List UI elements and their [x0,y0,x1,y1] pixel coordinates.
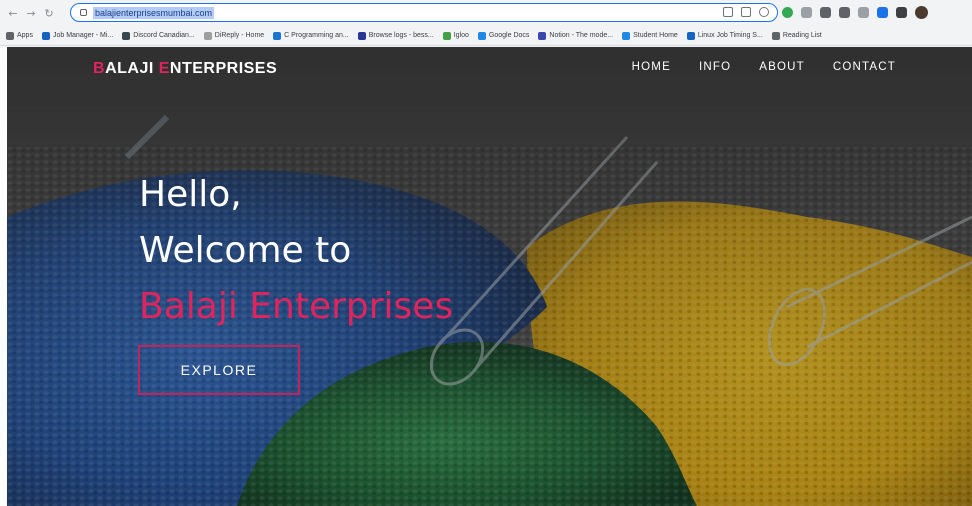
bookmark-label: Google Docs [488,32,530,39]
bookmark-label: Apps [17,32,33,39]
logo-text-enterprises: NTERPRISES [169,60,278,77]
logo-text-balaji: ALAJI [105,60,159,77]
extension-icon[interactable] [896,7,907,18]
nav-info[interactable]: INFO [699,61,731,73]
extension-icon[interactable] [858,7,869,18]
bookmark-favicon-icon [357,31,366,40]
hero-greeting: Hello, [139,174,242,215]
nav-home[interactable]: HOME [632,61,671,73]
bookmark-label: Reading List [782,32,822,39]
website-viewport: BALAJI ENTERPRISES HOME INFO ABOUT CONTA… [7,47,972,506]
hero-heading: Hello, Welcome to Balaji Enterprises [139,167,453,335]
nav-controls: ← → ↻ [0,6,68,20]
hero-brand-name: Balaji Enterprises [139,286,454,327]
logo-letter-b: B [93,60,106,77]
url-text[interactable]: balajienterprisesmumbai.com [93,6,215,19]
zoom-icon[interactable] [741,7,751,17]
bookmark-favicon-icon [686,31,695,40]
bookmark-label: Student Home [633,32,678,39]
extension-icon[interactable] [801,7,812,18]
nav-contact[interactable]: CONTACT [833,61,896,73]
bookmark-favicon-icon [6,31,14,40]
bookmark-label: Notion - The mode... [549,32,614,39]
bookmark-favicon-icon [622,31,631,40]
bookmark-item[interactable]: Browse logs - bess... [357,31,434,40]
forward-arrow-icon[interactable]: → [24,6,38,20]
explore-button[interactable]: EXPLORE [138,345,300,395]
bookmark-item[interactable]: C Programming an... [273,31,349,40]
profile-avatar[interactable] [915,6,928,19]
bookmark-favicon-icon [273,31,282,40]
browser-chrome: ← → ↻ balajienterprisesmumbai.com Apps Jo… [0,0,972,47]
bookmark-favicon-icon [771,31,780,40]
site-logo[interactable]: BALAJI ENTERPRISES [93,60,277,78]
omnibox-actions [723,7,769,17]
extension-icon[interactable] [877,7,888,18]
bookmark-item[interactable]: Reading List [771,31,822,40]
bookmark-label: Linux Job Timing S... [697,32,763,39]
bookmark-item[interactable]: Discord Canadian... [122,31,195,40]
bookmark-label: Igloo [453,32,469,39]
bookmark-label: Discord Canadian... [133,32,195,39]
bookmark-favicon-icon [477,31,486,40]
bookmark-item[interactable]: Apps [6,31,33,40]
nav-about[interactable]: ABOUT [759,61,805,73]
bookmark-item[interactable]: Google Docs [477,31,530,40]
lock-icon [80,9,87,16]
primary-nav: HOME INFO ABOUT CONTACT [632,61,896,73]
extension-icon[interactable] [820,7,831,18]
bookmark-favicon-icon [203,31,212,40]
bookmark-label: DiReply - Home [214,32,265,39]
bookmark-favicon-icon [41,31,50,40]
extension-icon[interactable] [782,7,793,18]
bookmark-favicon-icon [442,31,451,40]
bookmark-favicon-icon [538,31,547,40]
cast-icon[interactable] [723,7,733,17]
bookmark-label: C Programming an... [284,32,349,39]
bookmark-label: Job Manager - Mi... [52,32,114,39]
hero-welcome: Welcome to [139,230,352,271]
bookmark-item[interactable]: Student Home [622,31,678,40]
bookmark-item[interactable]: Job Manager - Mi... [41,31,114,40]
bookmark-favicon-icon [122,31,131,40]
bookmark-star-icon[interactable] [759,7,769,17]
address-bar[interactable]: balajienterprisesmumbai.com [70,3,778,22]
bookmark-item[interactable]: DiReply - Home [203,31,265,40]
extension-icon[interactable] [839,7,850,18]
extensions-bar [782,6,928,19]
bookmark-item[interactable]: Igloo [442,31,469,40]
logo-letter-e: E [158,60,170,77]
bookmark-label: Browse logs - bess... [368,32,434,39]
bookmark-item[interactable]: Linux Job Timing S... [686,31,763,40]
bookmarks-bar: Apps Job Manager - Mi... Discord Canadian.… [0,26,972,46]
bookmark-item[interactable]: Notion - The mode... [538,31,614,40]
back-arrow-icon[interactable]: ← [6,6,20,20]
site-navbar: BALAJI ENTERPRISES HOME INFO ABOUT CONTA… [7,47,972,89]
reload-icon[interactable]: ↻ [42,6,56,20]
address-bar-row: ← → ↻ balajienterprisesmumbai.com [0,0,972,26]
